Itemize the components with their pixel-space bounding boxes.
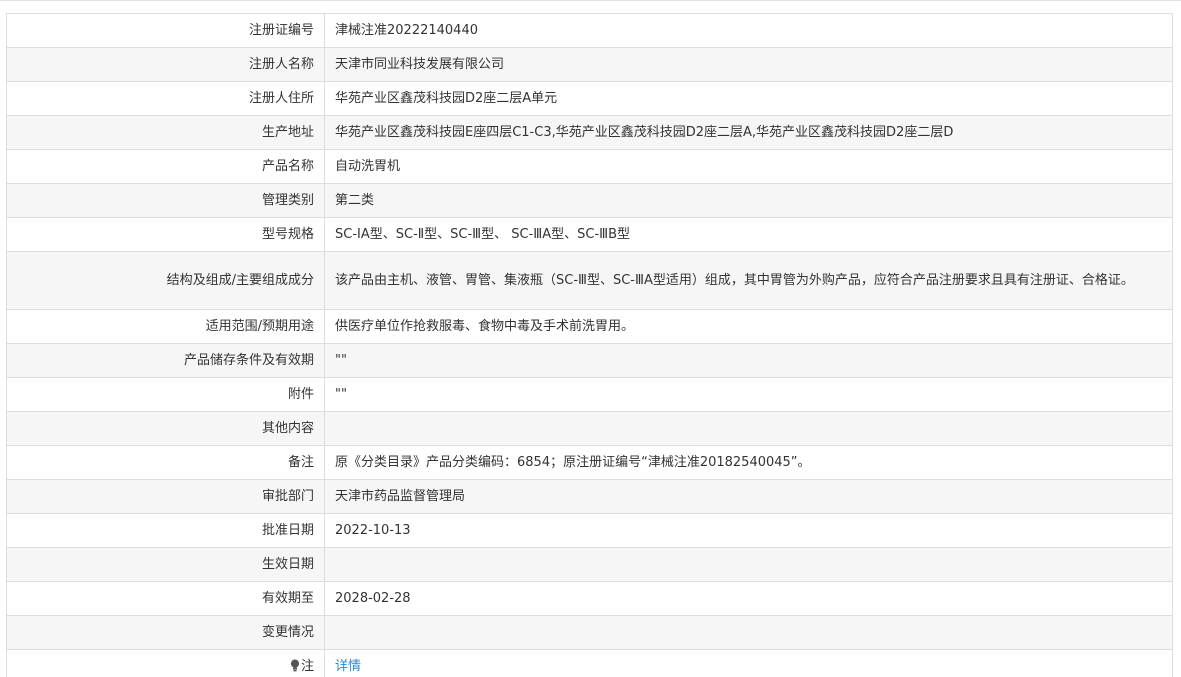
- field-value: [324, 615, 1173, 650]
- note-value-cell: 详情: [324, 649, 1173, 677]
- field-value: 自动洗胃机: [324, 149, 1173, 184]
- field-label: 生效日期: [6, 547, 325, 582]
- row-management-class: 管理类别 第二类: [6, 183, 1173, 218]
- row-remarks: 备注 原《分类目录》产品分类编码：6854；原注册证编号“津械注准2018254…: [6, 445, 1173, 480]
- row-registrant-address: 注册人住所 华苑产业区鑫茂科技园D2座二层A单元: [6, 81, 1173, 116]
- field-label: 结构及组成/主要组成成分: [6, 251, 325, 310]
- row-structure-composition: 结构及组成/主要组成成分 该产品由主机、液管、胃管、集液瓶（SC-Ⅲ型、SC-Ⅲ…: [6, 251, 1173, 310]
- field-value: 华苑产业区鑫茂科技园E座四层C1-C3,华苑产业区鑫茂科技园D2座二层A,华苑产…: [324, 115, 1173, 150]
- field-value: 天津市药品监督管理局: [324, 479, 1173, 514]
- field-value: 原《分类目录》产品分类编码：6854；原注册证编号“津械注准2018254004…: [324, 445, 1173, 480]
- registration-detail-page: 注册证编号 津械注准20222140440 注册人名称 天津市同业科技发展有限公…: [0, 0, 1181, 677]
- field-label: 变更情况: [6, 615, 325, 650]
- row-note: 注 详情: [6, 649, 1173, 677]
- row-storage-validity: 产品储存条件及有效期 "": [6, 343, 1173, 378]
- field-value: 华苑产业区鑫茂科技园D2座二层A单元: [324, 81, 1173, 116]
- row-effective-date: 生效日期: [6, 547, 1173, 582]
- field-value: 第二类: [324, 183, 1173, 218]
- row-intended-use: 适用范围/预期用途 供医疗单位作抢救服毒、食物中毒及手术前洗胃用。: [6, 309, 1173, 344]
- row-change-history: 变更情况: [6, 615, 1173, 650]
- note-label-cell: 注: [6, 649, 325, 677]
- field-value: 2022-10-13: [324, 513, 1173, 548]
- bulb-icon: [290, 659, 300, 671]
- field-label: 附件: [6, 377, 325, 412]
- note-label: 注: [300, 658, 314, 674]
- field-value: [324, 411, 1173, 446]
- field-label: 批准日期: [6, 513, 325, 548]
- field-value: SC-ⅠA型、SC-Ⅱ型、SC-Ⅲ型、 SC-ⅢA型、SC-ⅢB型: [324, 217, 1173, 252]
- row-product-name: 产品名称 自动洗胃机: [6, 149, 1173, 184]
- field-label: 注册人住所: [6, 81, 325, 116]
- field-label: 注册人名称: [6, 47, 325, 82]
- field-label: 产品储存条件及有效期: [6, 343, 325, 378]
- field-value: [324, 547, 1173, 582]
- field-label: 管理类别: [6, 183, 325, 218]
- top-divider: [0, 0, 1181, 1]
- row-approval-department: 审批部门 天津市药品监督管理局: [6, 479, 1173, 514]
- field-value: "": [324, 343, 1173, 378]
- field-value: 供医疗单位作抢救服毒、食物中毒及手术前洗胃用。: [324, 309, 1173, 344]
- field-label: 产品名称: [6, 149, 325, 184]
- field-value: 天津市同业科技发展有限公司: [324, 47, 1173, 82]
- details-link[interactable]: 详情: [335, 659, 361, 674]
- field-value: 该产品由主机、液管、胃管、集液瓶（SC-Ⅲ型、SC-ⅢA型适用）组成，其中胃管为…: [324, 251, 1173, 310]
- field-label: 生产地址: [6, 115, 325, 150]
- field-label: 有效期至: [6, 581, 325, 616]
- field-label: 型号规格: [6, 217, 325, 252]
- row-attachments: 附件 "": [6, 377, 1173, 412]
- row-registrant-name: 注册人名称 天津市同业科技发展有限公司: [6, 47, 1173, 82]
- field-value: 2028-02-28: [324, 581, 1173, 616]
- row-approval-date: 批准日期 2022-10-13: [6, 513, 1173, 548]
- registration-detail-table: 注册证编号 津械注准20222140440 注册人名称 天津市同业科技发展有限公…: [6, 13, 1173, 677]
- row-production-address: 生产地址 华苑产业区鑫茂科技园E座四层C1-C3,华苑产业区鑫茂科技园D2座二层…: [6, 115, 1173, 150]
- row-valid-until: 有效期至 2028-02-28: [6, 581, 1173, 616]
- field-label: 适用范围/预期用途: [6, 309, 325, 344]
- row-model-specification: 型号规格 SC-ⅠA型、SC-Ⅱ型、SC-Ⅲ型、 SC-ⅢA型、SC-ⅢB型: [6, 217, 1173, 252]
- field-value: "": [324, 377, 1173, 412]
- field-label: 注册证编号: [6, 13, 325, 48]
- row-other-content: 其他内容: [6, 411, 1173, 446]
- field-label: 审批部门: [6, 479, 325, 514]
- row-registration-number: 注册证编号 津械注准20222140440: [6, 13, 1173, 48]
- field-value: 津械注准20222140440: [324, 13, 1173, 48]
- field-label: 备注: [6, 445, 325, 480]
- field-label: 其他内容: [6, 411, 325, 446]
